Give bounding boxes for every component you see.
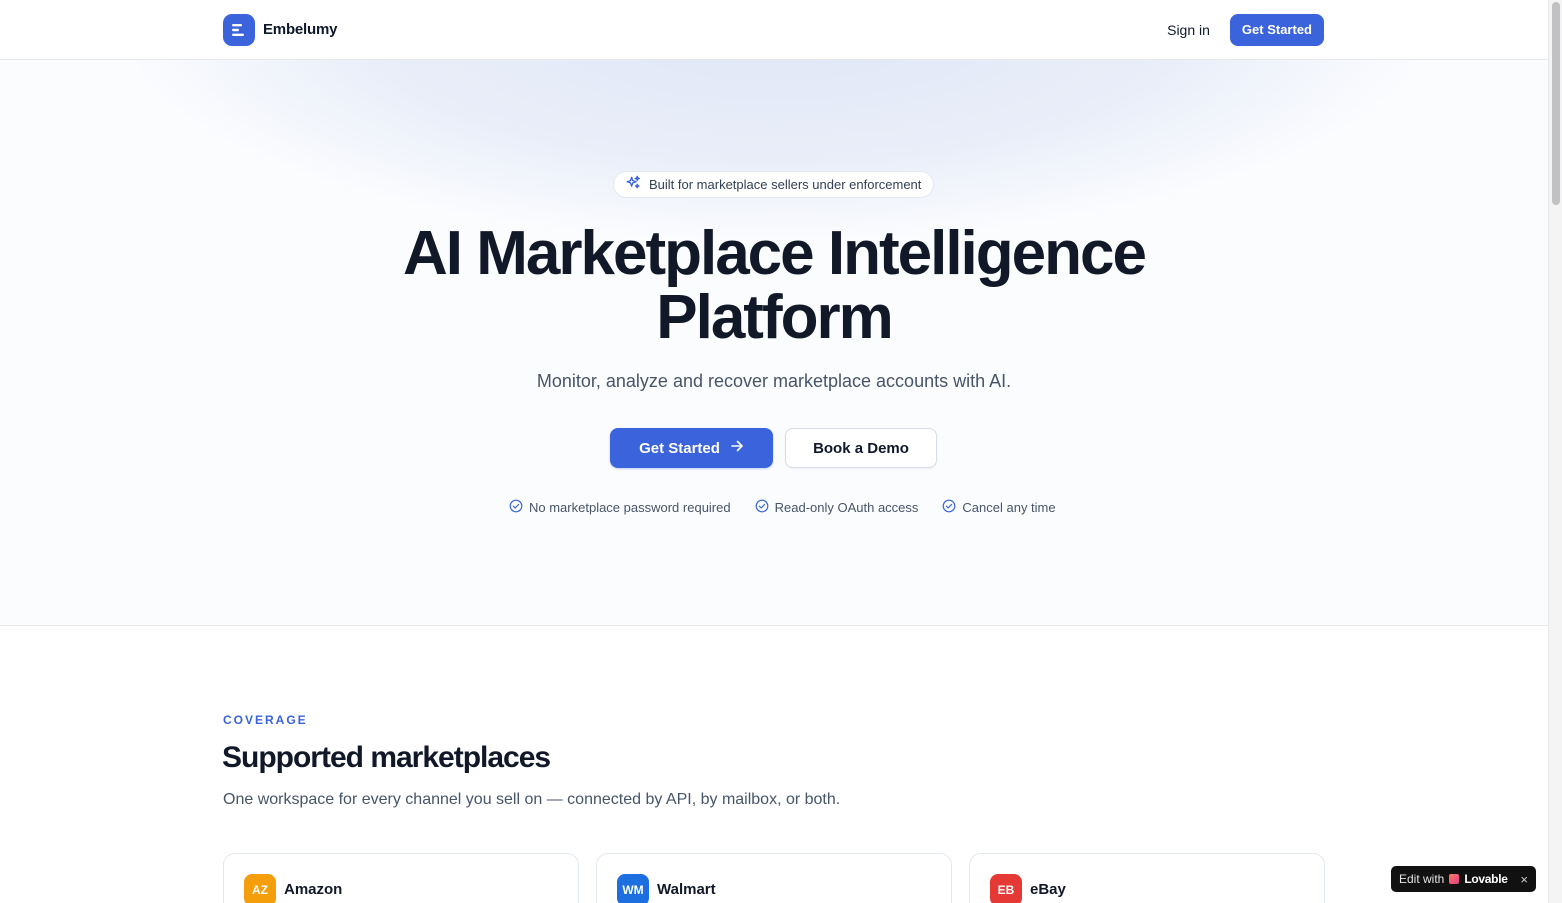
check-circle-icon [509,499,523,516]
hero-subtitle: Monitor, analyze and recover marketplace… [536,371,1012,391]
hero-glow [124,60,1424,240]
hero-badge-text: Built for marketplace sellers under enfo… [649,177,922,192]
trust-item: No marketplace password required [509,499,731,516]
amazon-badge-icon: AZ [244,874,276,903]
trust-label: Read-only OAuth access [774,500,919,515]
coverage-title: Supported marketplaces [222,741,551,774]
marketplace-card-walmart[interactable]: WM Walmart [596,853,952,903]
top-nav: Embelumy Sign in Get Started [0,0,1548,60]
lovable-brand: Lovable [1464,872,1508,886]
close-icon[interactable]: × [1520,872,1528,887]
scrollbar[interactable] [1548,0,1562,903]
trust-label: Cancel any time [962,500,1056,515]
sign-in-link[interactable]: Sign in [1167,22,1210,38]
arrow-right-icon [730,439,744,457]
lovable-logo-icon [1449,874,1460,884]
marketplace-card-amazon[interactable]: AZ Amazon [223,853,579,903]
brand[interactable]: Embelumy [223,13,338,46]
hero-title: AI Marketplace Intelligence Platform [0,222,1548,350]
marketplace-name: Walmart [657,881,716,898]
scrollbar-thumb[interactable] [1552,2,1560,205]
check-circle-icon [942,499,956,516]
coverage-eyebrow: COVERAGE [223,713,308,727]
trust-item: Cancel any time [942,499,1056,516]
brand-logo-icon [223,13,255,46]
hero-section: Built for marketplace sellers under enfo… [0,60,1548,626]
ebay-badge-icon: EB [990,874,1022,903]
lovable-edit-label: Edit with [1399,872,1445,886]
hero-badge: Built for marketplace sellers under enfo… [613,171,934,198]
sparkles-icon [626,175,641,195]
check-circle-icon [755,499,769,516]
marketplace-name: eBay [1030,881,1066,898]
marketplace-cards: AZ Amazon WM Walmart EB eBay [223,853,1325,903]
nav-actions: Sign in Get Started [1167,13,1324,46]
edit-with-lovable-badge[interactable]: Edit with Lovable × [1391,866,1536,892]
hero-cta-row: Get Started Book a Demo [610,428,937,468]
brand-name: Embelumy [263,21,338,38]
hero-title-line2: Platform [656,283,893,352]
get-started-label: Get Started [639,439,720,457]
book-demo-button[interactable]: Book a Demo [785,428,937,468]
header-get-started-button[interactable]: Get Started [1229,13,1324,46]
coverage-subtitle: One workspace for every channel you sell… [223,791,841,808]
trust-list: No marketplace password required Read-on… [509,499,1056,516]
walmart-badge-icon: WM [617,874,649,903]
marketplace-card-ebay[interactable]: EB eBay [969,853,1325,903]
trust-item: Read-only OAuth access [755,499,919,516]
page: Embelumy Sign in Get Started Built for m… [0,0,1548,903]
hero-title-line1: AI Marketplace Intelligence [403,219,1147,288]
marketplace-name: Amazon [284,881,343,898]
get-started-button[interactable]: Get Started [610,428,773,468]
trust-label: No marketplace password required [529,500,731,515]
